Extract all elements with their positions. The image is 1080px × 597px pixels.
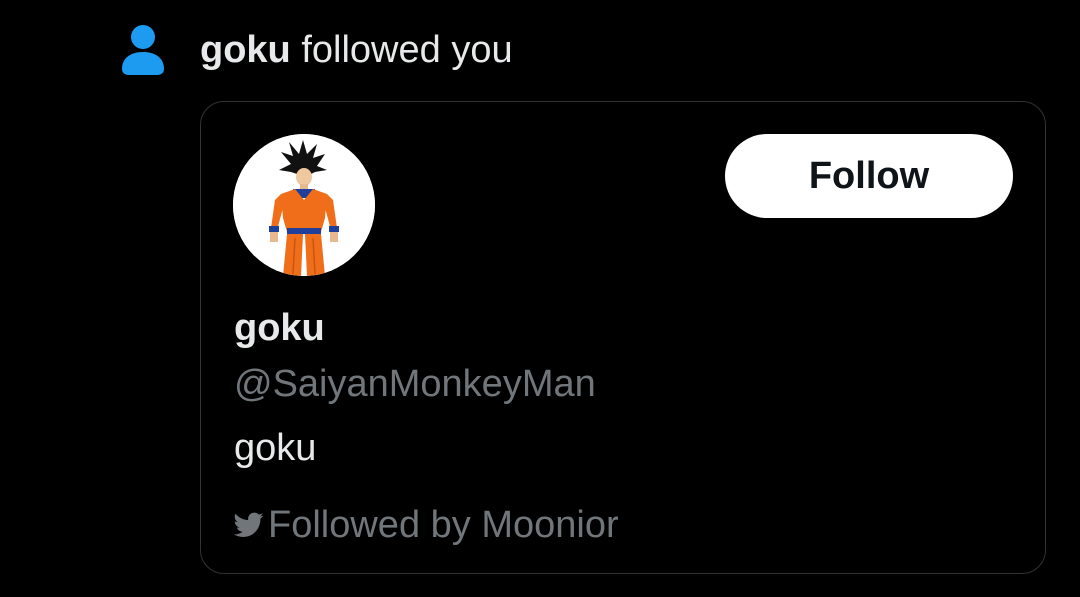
notification-page: goku followed you Follow goku @SaiyanMon… bbox=[0, 0, 1080, 597]
notification-action: followed you bbox=[301, 29, 513, 71]
user-handle[interactable]: @SaiyanMonkeyMan bbox=[234, 361, 596, 407]
follow-notification[interactable]: goku followed you bbox=[118, 22, 513, 78]
followed-by-row: Followed by Moonior bbox=[234, 502, 619, 548]
twitter-bird-icon bbox=[234, 510, 264, 540]
notification-actor[interactable]: goku bbox=[200, 29, 291, 71]
display-name[interactable]: goku bbox=[234, 305, 325, 351]
notification-text: goku followed you bbox=[200, 26, 513, 74]
person-icon bbox=[118, 22, 168, 78]
user-card[interactable]: Follow goku @SaiyanMonkeyMan goku Follow… bbox=[200, 101, 1046, 574]
user-bio: goku bbox=[234, 427, 317, 469]
follow-button[interactable]: Follow bbox=[725, 134, 1013, 218]
followed-by-text: Followed by Moonior bbox=[268, 504, 619, 546]
goku-avatar[interactable] bbox=[233, 134, 375, 276]
